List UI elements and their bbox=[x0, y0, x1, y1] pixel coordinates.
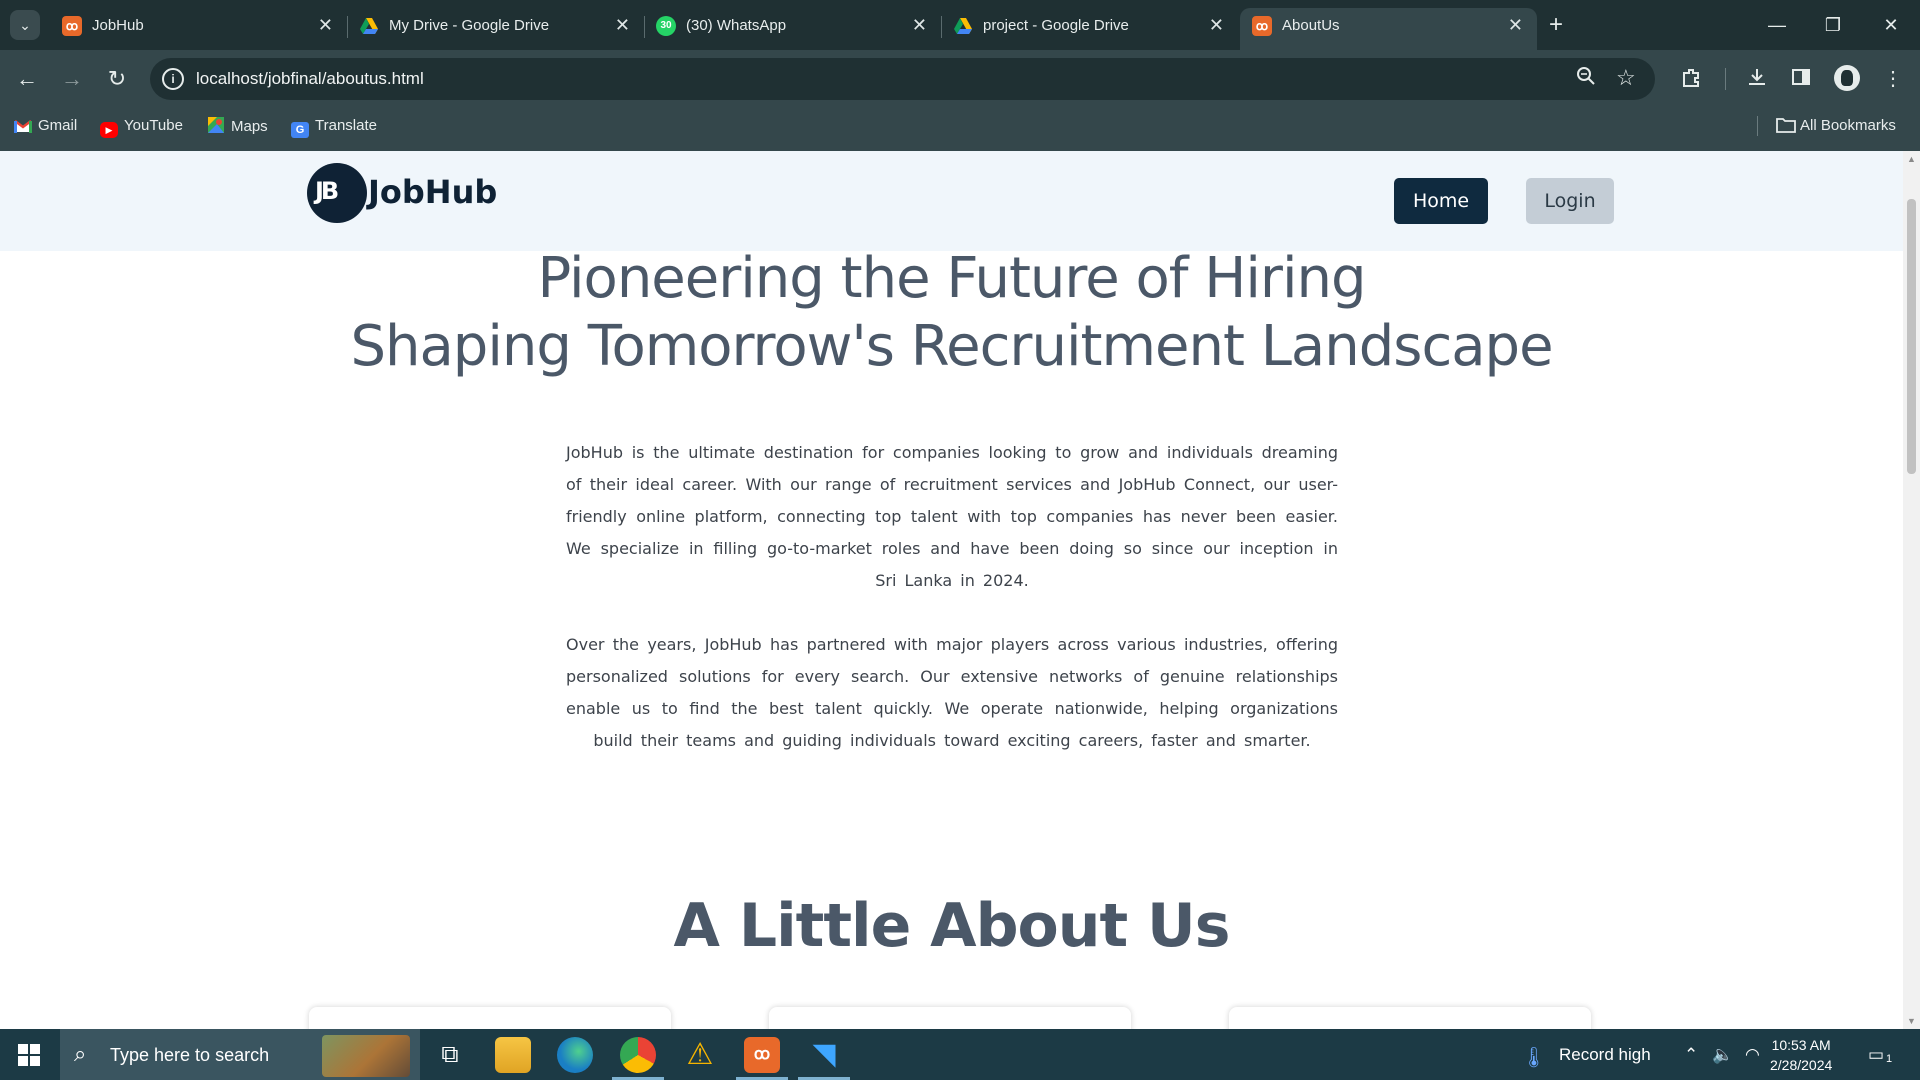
gmail-icon bbox=[14, 119, 32, 135]
scroll-up-arrow-icon[interactable]: ▲ bbox=[1907, 154, 1916, 164]
tab-jobhub[interactable]: ꝏ JobHub ✕ bbox=[50, 8, 347, 50]
tab-my-drive[interactable]: My Drive - Google Drive ✕ bbox=[347, 8, 644, 50]
hero-line-1: Pioneering the Future of Hiring bbox=[537, 246, 1366, 311]
edge-icon[interactable] bbox=[557, 1037, 593, 1073]
search-highlight-image bbox=[322, 1035, 410, 1077]
bookmark-label: Gmail bbox=[38, 117, 78, 134]
bookmark-youtube[interactable]: ▶ YouTube bbox=[100, 116, 183, 138]
hero-heading: Pioneering the Future of Hiring Shaping … bbox=[0, 245, 1903, 381]
search-icon: ⌕ bbox=[74, 1041, 87, 1066]
file-explorer-icon[interactable] bbox=[495, 1037, 531, 1073]
hero-line-2: Shaping Tomorrow's Recruitment Landscape bbox=[350, 314, 1553, 379]
wifi-icon[interactable]: ◠ bbox=[1745, 1045, 1760, 1065]
xampp-icon: ꝏ bbox=[1252, 16, 1272, 36]
whatsapp-icon: 30 bbox=[656, 16, 676, 36]
tab-title: JobHub bbox=[92, 17, 144, 34]
close-icon[interactable]: ✕ bbox=[1508, 14, 1523, 36]
close-window-button[interactable]: ✕ bbox=[1868, 10, 1914, 40]
warning-app-icon[interactable]: ⚠ bbox=[682, 1037, 718, 1073]
bookmark-label: Translate bbox=[315, 117, 377, 134]
close-icon[interactable]: ✕ bbox=[615, 14, 630, 36]
bookmark-label: Maps bbox=[231, 118, 268, 135]
site-info-icon[interactable]: i bbox=[162, 68, 184, 90]
notification-icon[interactable]: ▭ bbox=[1868, 1045, 1884, 1065]
login-button[interactable]: Login bbox=[1526, 178, 1614, 224]
info-card bbox=[1229, 1007, 1591, 1029]
windows-taskbar: ⌕ Type here to search ⧉ ⚠ ꝏ ◥ 🌡 Record h… bbox=[0, 1029, 1920, 1080]
translate-icon: G bbox=[291, 122, 309, 138]
windows-start-icon[interactable] bbox=[18, 1044, 40, 1066]
browser-tab-strip: ⌄ ꝏ JobHub ✕ My Drive - Google Drive ✕ 3… bbox=[0, 0, 1920, 50]
scroll-down-arrow-icon[interactable]: ▼ bbox=[1907, 1016, 1916, 1026]
reload-button[interactable]: ↻ bbox=[102, 64, 132, 94]
taskbar-search-placeholder: Type here to search bbox=[110, 1045, 270, 1065]
close-icon[interactable]: ✕ bbox=[1209, 14, 1224, 36]
page-viewport: JB JobHub Home Login Pioneering the Futu… bbox=[0, 151, 1903, 1029]
all-bookmarks[interactable]: All Bookmarks bbox=[1776, 116, 1896, 136]
bookmark-translate[interactable]: G Translate bbox=[291, 116, 377, 138]
tab-search-button[interactable]: ⌄ bbox=[10, 10, 40, 40]
tab-title: AboutUs bbox=[1282, 17, 1340, 34]
side-panel-icon[interactable] bbox=[1787, 66, 1815, 94]
tab-title: My Drive - Google Drive bbox=[389, 17, 550, 34]
page-scrollbar[interactable]: ▲ ▼ bbox=[1903, 151, 1920, 1029]
menu-kebab-icon[interactable]: ⋮ bbox=[1879, 66, 1907, 91]
taskbar-search[interactable]: ⌕ Type here to search bbox=[60, 1029, 420, 1080]
restore-button[interactable]: ❐ bbox=[1810, 10, 1856, 40]
minimize-button[interactable]: — bbox=[1754, 10, 1800, 40]
bookmark-maps[interactable]: Maps bbox=[207, 116, 268, 136]
maps-icon bbox=[207, 116, 225, 133]
tab-aboutus[interactable]: ꝏ AboutUs ✕ bbox=[1240, 8, 1537, 50]
home-button[interactable]: Home bbox=[1394, 178, 1488, 224]
task-view-icon[interactable]: ⧉ bbox=[432, 1037, 468, 1073]
info-card bbox=[309, 1007, 671, 1029]
tab-project-drive[interactable]: project - Google Drive ✕ bbox=[941, 8, 1238, 50]
zoom-icon[interactable] bbox=[1576, 66, 1596, 92]
chrome-icon[interactable] bbox=[612, 1037, 664, 1080]
logo-initials: JB bbox=[315, 177, 339, 205]
tab-whatsapp[interactable]: 30 (30) WhatsApp ✕ bbox=[644, 8, 941, 50]
tab-title: project - Google Drive bbox=[983, 17, 1129, 34]
bookmark-star-icon[interactable]: ☆ bbox=[1616, 65, 1636, 91]
notification-count: 1 bbox=[1886, 1053, 1893, 1065]
clock[interactable]: 10:53 AM 2/28/2024 bbox=[1770, 1035, 1832, 1075]
bookmarks-divider bbox=[1757, 116, 1758, 136]
clock-date: 2/28/2024 bbox=[1770, 1057, 1833, 1073]
weather-text[interactable]: Record high bbox=[1559, 1045, 1651, 1065]
info-card bbox=[769, 1007, 1131, 1029]
download-icon[interactable] bbox=[1743, 66, 1771, 94]
history-paragraph: Over the years, JobHub has partnered wit… bbox=[566, 635, 1338, 750]
url-text[interactable]: localhost/jobfinal/aboutus.html bbox=[196, 69, 424, 89]
youtube-icon: ▶ bbox=[100, 122, 118, 138]
xampp-icon: ꝏ bbox=[62, 16, 82, 36]
close-icon[interactable]: ✕ bbox=[318, 14, 333, 36]
volume-icon[interactable]: 🔈 bbox=[1712, 1045, 1733, 1065]
site-header: JB JobHub Home Login bbox=[0, 151, 1903, 251]
close-icon[interactable]: ✕ bbox=[912, 14, 927, 36]
google-drive-icon bbox=[359, 16, 379, 36]
new-tab-button[interactable]: + bbox=[1542, 12, 1570, 40]
xampp-icon[interactable]: ꝏ bbox=[736, 1037, 788, 1080]
google-drive-icon bbox=[953, 16, 973, 36]
thermometer-icon[interactable]: 🌡 bbox=[1521, 1045, 1546, 1070]
scrollbar-thumb[interactable] bbox=[1907, 199, 1916, 474]
bookmark-gmail[interactable]: Gmail bbox=[14, 116, 77, 136]
tab-title: (30) WhatsApp bbox=[686, 17, 787, 34]
back-button[interactable]: ← bbox=[12, 64, 42, 94]
folder-icon bbox=[1776, 117, 1796, 133]
forward-button[interactable]: → bbox=[57, 64, 87, 94]
address-bar[interactable]: i localhost/jobfinal/aboutus.html ☆ bbox=[150, 58, 1655, 100]
brand-name[interactable]: JobHub bbox=[368, 173, 497, 211]
section-title: A Little About Us bbox=[673, 891, 1231, 961]
extensions-icon[interactable] bbox=[1677, 66, 1705, 94]
all-bookmarks-label: All Bookmarks bbox=[1800, 117, 1896, 134]
toolbar-divider bbox=[1725, 68, 1726, 90]
jobhub-logo[interactable]: JB bbox=[307, 163, 367, 223]
intro-paragraph: JobHub is the ultimate destination for c… bbox=[566, 443, 1338, 590]
clock-time: 10:53 AM bbox=[1771, 1037, 1831, 1053]
bookmark-label: YouTube bbox=[124, 117, 183, 134]
profile-avatar[interactable] bbox=[1834, 65, 1860, 91]
chevron-up-icon[interactable]: ⌃ bbox=[1684, 1045, 1698, 1065]
vscode-icon[interactable]: ◥ bbox=[798, 1037, 850, 1080]
